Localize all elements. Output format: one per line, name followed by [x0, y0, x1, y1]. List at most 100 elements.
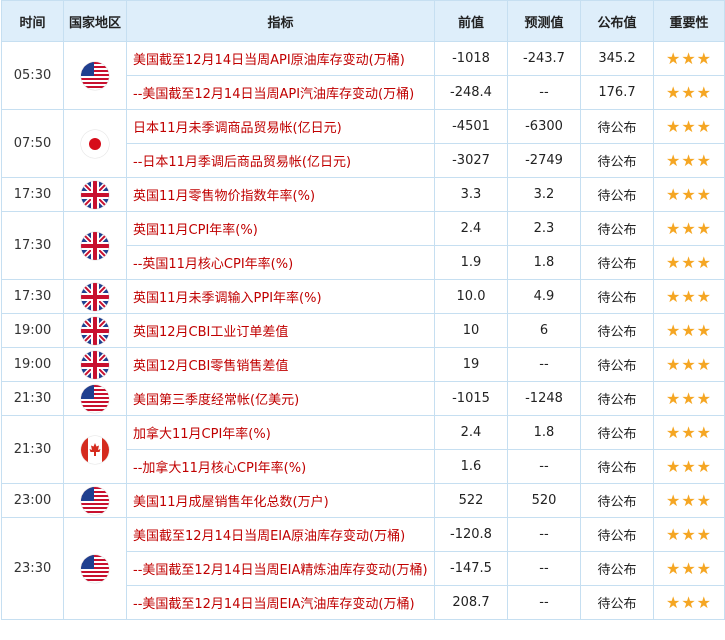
previous-value: -1015	[434, 381, 508, 416]
actual-value: 待公布	[580, 585, 654, 620]
forecast-value: 6	[507, 313, 581, 348]
country-cell	[63, 347, 127, 382]
us-flag-icon	[81, 384, 109, 413]
previous-value: 1.9	[434, 245, 508, 280]
table-row: 17:30 英国11月CPI年率(%) 2.4 2.3 待公布 ★★★	[1, 211, 725, 280]
indicator-name[interactable]: --美国截至12月14日当周API汽油库存变动(万桶)	[126, 75, 435, 110]
forecast-value: 4.9	[507, 279, 581, 314]
table-row: 17:30 英国11月零售物价指数年率(%) 3.3 3.2 待公布 ★★★	[1, 177, 725, 212]
actual-value: 待公布	[580, 177, 654, 212]
importance-stars: ★★★	[653, 279, 725, 314]
importance-stars: ★★★	[653, 313, 725, 348]
importance-stars: ★★★	[653, 347, 725, 382]
importance-stars: ★★★	[653, 483, 725, 518]
actual-value: 待公布	[580, 483, 654, 518]
forecast-value: --	[507, 585, 581, 620]
table-row: 19:00 英国12月CBI工业订单差值 10 6 待公布 ★★★	[1, 313, 725, 348]
canada-flag-icon	[81, 435, 109, 464]
importance-stars: ★★★	[653, 517, 725, 552]
event-time: 21:30	[1, 415, 64, 484]
forecast-value: 520	[507, 483, 581, 518]
previous-value: -120.8	[434, 517, 508, 552]
indicator-name[interactable]: 日本11月未季调商品贸易帐(亿日元)	[126, 109, 435, 144]
table-row: 21:30 加拿大11月CPI年率(%) 2.4 1.8 待公布 ★★★	[1, 415, 725, 484]
economic-calendar-table: 时间 国家地区 指标 前值 预测值 公布值 重要性 05:30 美国截至12月14…	[1, 0, 725, 620]
event-time: 23:30	[1, 517, 64, 620]
country-cell	[63, 177, 127, 212]
previous-value: 10	[434, 313, 508, 348]
importance-stars: ★★★	[653, 381, 725, 416]
event-time: 17:30	[1, 211, 64, 280]
previous-value: 2.4	[434, 211, 508, 246]
actual-value: 待公布	[580, 279, 654, 314]
event-time: 07:50	[1, 109, 64, 178]
us-flag-icon	[81, 61, 109, 90]
indicator-name[interactable]: 美国截至12月14日当周API原油库存变动(万桶)	[126, 41, 435, 76]
previous-value: -3027	[434, 143, 508, 178]
indicator-name[interactable]: 美国11月成屋销售年化总数(万户)	[126, 483, 435, 518]
table-row: 07:50 日本11月未季调商品贸易帐(亿日元) -4501 -6300 待公布 ★★★	[1, 109, 725, 178]
forecast-value: --	[507, 449, 581, 484]
us-flag-icon	[81, 554, 109, 583]
country-cell	[63, 381, 127, 416]
country-cell	[63, 313, 127, 348]
table-row: 19:00 英国12月CBI零售销售差值 19 -- 待公布 ★★★	[1, 347, 725, 382]
importance-stars: ★★★	[653, 449, 725, 484]
actual-value: 待公布	[580, 517, 654, 552]
importance-stars: ★★★	[653, 245, 725, 280]
event-time: 21:30	[1, 381, 64, 416]
event-time: 17:30	[1, 279, 64, 314]
importance-stars: ★★★	[653, 585, 725, 620]
uk-flag-icon	[81, 316, 109, 345]
country-cell	[63, 517, 127, 620]
indicator-name[interactable]: --日本11月季调后商品贸易帐(亿日元)	[126, 143, 435, 178]
indicator-name[interactable]: 英国11月未季调输入PPI年率(%)	[126, 279, 435, 314]
event-time: 19:00	[1, 313, 64, 348]
col-header-previous: 前值	[434, 0, 508, 42]
header-row: 时间 国家地区 指标 前值 预测值 公布值 重要性	[1, 0, 725, 42]
indicator-name[interactable]: 美国截至12月14日当周EIA原油库存变动(万桶)	[126, 517, 435, 552]
country-cell	[63, 41, 127, 110]
forecast-value: 1.8	[507, 245, 581, 280]
indicator-name[interactable]: --美国截至12月14日当周EIA精炼油库存变动(万桶)	[126, 551, 435, 586]
indicator-name[interactable]: --加拿大11月核心CPI年率(%)	[126, 449, 435, 484]
actual-value: 176.7	[580, 75, 654, 110]
uk-flag-icon	[81, 350, 109, 379]
table-row: 21:30 美国第三季度经常帐(亿美元) -1015 -1248 待公布 ★★★	[1, 381, 725, 416]
indicator-name[interactable]: 英国11月零售物价指数年率(%)	[126, 177, 435, 212]
actual-value: 待公布	[580, 347, 654, 382]
indicator-name[interactable]: --美国截至12月14日当周EIA汽油库存变动(万桶)	[126, 585, 435, 620]
indicator-name[interactable]: 英国12月CBI零售销售差值	[126, 347, 435, 382]
previous-value: 2.4	[434, 415, 508, 450]
previous-value: 208.7	[434, 585, 508, 620]
col-header-indicator: 指标	[126, 0, 435, 42]
forecast-value: --	[507, 517, 581, 552]
indicator-name[interactable]: 英国11月CPI年率(%)	[126, 211, 435, 246]
indicator-name[interactable]: 英国12月CBI工业订单差值	[126, 313, 435, 348]
indicator-name[interactable]: 美国第三季度经常帐(亿美元)	[126, 381, 435, 416]
actual-value: 待公布	[580, 449, 654, 484]
indicator-name[interactable]: 加拿大11月CPI年率(%)	[126, 415, 435, 450]
col-header-country: 国家地区	[63, 0, 127, 42]
importance-stars: ★★★	[653, 211, 725, 246]
previous-value: -4501	[434, 109, 508, 144]
country-cell	[63, 483, 127, 518]
forecast-value: 1.8	[507, 415, 581, 450]
event-time: 17:30	[1, 177, 64, 212]
previous-value: 19	[434, 347, 508, 382]
table-row: 23:30 美国截至12月14日当周EIA原油库存变动(万桶) -120.8 -- 待公…	[1, 517, 725, 620]
importance-stars: ★★★	[653, 109, 725, 144]
actual-value: 待公布	[580, 381, 654, 416]
forecast-value: -243.7	[507, 41, 581, 76]
forecast-value: 2.3	[507, 211, 581, 246]
indicator-name[interactable]: --英国11月核心CPI年率(%)	[126, 245, 435, 280]
actual-value: 待公布	[580, 109, 654, 144]
col-header-actual: 公布值	[580, 0, 654, 42]
actual-value: 待公布	[580, 211, 654, 246]
forecast-value: 3.2	[507, 177, 581, 212]
event-time: 19:00	[1, 347, 64, 382]
us-flag-icon	[81, 486, 109, 515]
table-row: 05:30 美国截至12月14日当周API原油库存变动(万桶) -1018 -243.…	[1, 41, 725, 110]
importance-stars: ★★★	[653, 177, 725, 212]
forecast-value: --	[507, 551, 581, 586]
